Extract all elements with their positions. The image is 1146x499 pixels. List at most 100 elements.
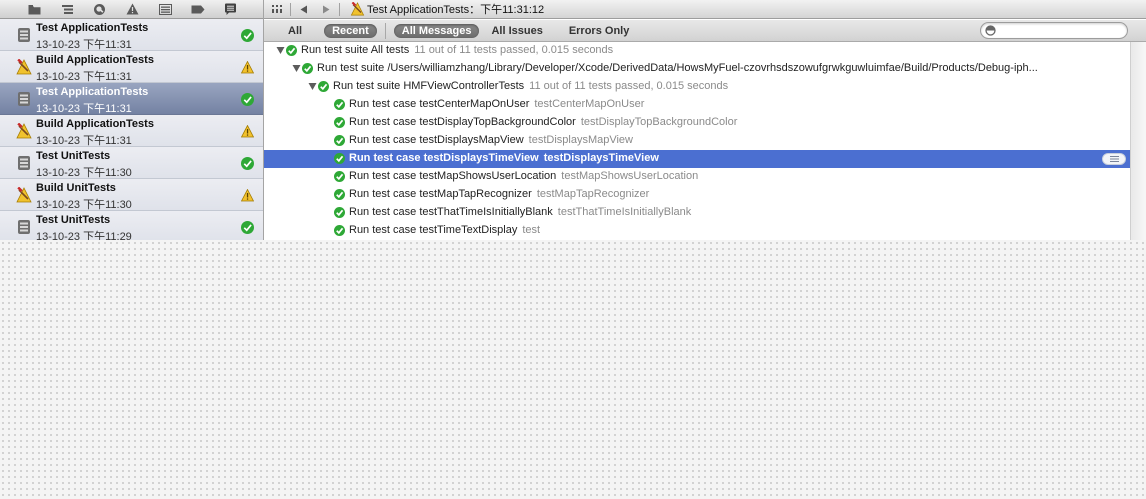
filter-recent-button[interactable]: Recent — [324, 23, 377, 38]
filter-all-messages-button[interactable]: All Messages — [393, 23, 480, 38]
log-list-item[interactable]: Build ApplicationTests 13-10-23 下午11:31 — [0, 115, 263, 147]
back-arrow-icon[interactable] — [297, 5, 311, 14]
test-result-text: Run test case testDisplaysMapView testDis… — [349, 134, 633, 146]
test-pass-icon — [302, 63, 313, 74]
test-result-text: Run test case testMapShowsUserLocation te… — [349, 170, 698, 182]
filter-errors-only-button[interactable]: Errors Only — [561, 24, 638, 38]
vertical-scrollbar[interactable] — [1130, 42, 1146, 240]
log-icon[interactable] — [224, 3, 238, 16]
test-result-row[interactable]: Run test case testDisplayTopBackgroundCo… — [264, 114, 1130, 132]
log-title: Test ApplicationTests — [36, 22, 149, 34]
log-date: 13-10-23 下午11:31 — [36, 135, 132, 147]
test-result-row[interactable]: Run test case testDisplaysTimeView testDi… — [264, 150, 1130, 168]
test-log-icon — [18, 28, 30, 42]
test-results-tree: Run test suite All tests 11 out of 11 tes… — [264, 42, 1130, 240]
disclosure-triangle-icon[interactable] — [292, 64, 301, 73]
test-result-text: Run test suite All tests 11 out of 11 tes… — [301, 44, 613, 56]
test-result-detail: testDisplayTopBackgroundColor — [580, 116, 738, 128]
log-date: 13-10-23 下午11:31 — [36, 39, 132, 51]
test-result-detail: testMapTapRecognizer — [536, 188, 650, 200]
test-result-detail: testCenterMapOnUser — [534, 98, 645, 110]
test-result-row[interactable]: Run test suite All tests 11 out of 11 tes… — [264, 42, 1130, 60]
breakpoint-icon[interactable] — [191, 3, 205, 16]
hierarchy-icon[interactable] — [60, 3, 74, 16]
test-log-icon — [18, 92, 30, 106]
test-pass-icon — [334, 225, 345, 236]
filter-all-button[interactable]: All — [284, 24, 310, 38]
test-result-text: Run test case testThatTimeIsInitiallyBla… — [349, 206, 691, 218]
test-result-row[interactable]: Run test case testMapTapRecognizer testMa… — [264, 186, 1130, 204]
test-result-row[interactable]: Run test suite /Users/williamzhang/Libra… — [264, 60, 1130, 78]
log-list-item[interactable]: Test ApplicationTests 13-10-23 下午11:31 — [0, 83, 263, 115]
test-result-row[interactable]: Run test case testDisplaysMapView testDis… — [264, 132, 1130, 150]
test-result-text: Run test case testDisplaysTimeView testDi… — [349, 152, 659, 164]
jump-bar-divider — [290, 2, 291, 16]
test-result-title: Run test suite /Users/williamzhang/Libra… — [317, 62, 1038, 74]
filter-divider — [384, 22, 386, 39]
log-filter-bar: All Recent All Messages All Issues Error… — [264, 20, 1146, 42]
test-result-text: Run test case testMapTapRecognizer testMa… — [349, 188, 649, 200]
breadcrumb-label: Test ApplicationTests：下午11:31:12 — [367, 4, 545, 16]
search-icon — [985, 25, 996, 36]
warning-status-icon — [241, 61, 254, 74]
test-pass-icon — [334, 171, 345, 182]
success-check-icon — [241, 29, 254, 42]
disclosure-triangle-icon[interactable] — [308, 82, 317, 91]
test-result-row[interactable]: Run test case testMapShowsUserLocation te… — [264, 168, 1130, 186]
build-hammer-icon — [16, 59, 32, 75]
test-result-title: Run test case testDisplayTopBackgroundCo… — [349, 116, 576, 128]
search-icon[interactable] — [93, 3, 107, 16]
test-result-title: Run test case testMapTapRecognizer — [349, 188, 532, 200]
log-search-field[interactable] — [980, 22, 1128, 39]
warning-icon[interactable] — [125, 3, 139, 16]
related-items-icon[interactable] — [270, 4, 284, 14]
transcript-lines-icon — [1110, 156, 1119, 162]
folder-icon[interactable] — [27, 3, 41, 16]
expand-transcript-button[interactable] — [1102, 153, 1126, 165]
search-input[interactable] — [997, 24, 1123, 37]
test-result-row[interactable]: Run test case testTimeTextDisplay test — [264, 222, 1130, 240]
build-hammer-icon — [16, 187, 32, 203]
warning-status-icon — [241, 125, 254, 138]
test-result-detail: testDisplaysTimeView — [543, 152, 659, 164]
log-list-item[interactable]: Build UnitTests 13-10-23 下午11:30 — [0, 179, 263, 211]
test-pass-icon — [334, 117, 345, 128]
log-title: Test UnitTests — [36, 214, 111, 226]
test-result-text: Run test suite HMFViewControllerTests 11 … — [333, 80, 728, 92]
test-result-title: Run test suite All tests — [301, 44, 410, 56]
test-log-icon — [18, 220, 30, 234]
log-list-item[interactable]: Test ApplicationTests 13-10-23 下午11:31 — [0, 19, 263, 51]
test-result-detail: 11 out of 11 tests passed, 0.015 seconds — [414, 44, 614, 56]
xcode-log-window: Test ApplicationTests 13-10-23 下午11:31 Bui… — [0, 0, 1146, 240]
test-result-title: Run test case testMapShowsUserLocation — [349, 170, 557, 182]
test-result-text: Run test case testDisplayTopBackgroundCo… — [349, 116, 737, 128]
log-title: Build ApplicationTests — [36, 118, 154, 130]
test-pass-icon — [334, 207, 345, 218]
test-pass-icon — [334, 153, 345, 164]
forward-arrow-icon[interactable] — [319, 5, 333, 14]
test-result-detail: testThatTimeIsInitiallyBlank — [557, 206, 692, 218]
test-result-detail: test — [522, 224, 541, 236]
test-pass-icon — [334, 189, 345, 200]
test-result-detail: testDisplaysMapView — [528, 134, 633, 146]
log-list-item[interactable]: Build ApplicationTests 13-10-23 下午11:31 — [0, 51, 263, 83]
test-pass-icon — [286, 45, 297, 56]
test-result-title: Run test case testDisplaysTimeView — [349, 152, 539, 164]
disclosure-triangle-icon[interactable] — [276, 46, 285, 55]
test-result-row[interactable]: Run test suite HMFViewControllerTests 11 … — [264, 78, 1130, 96]
log-date: 13-10-23 下午11:31 — [36, 71, 132, 83]
breadcrumb[interactable]: Test ApplicationTests：下午11:31:12 — [350, 1, 544, 17]
test-pass-icon — [318, 81, 329, 92]
log-list-item[interactable]: Test UnitTests 13-10-23 下午11:29 — [0, 211, 263, 240]
test-result-row[interactable]: Run test case testCenterMapOnUser testCen… — [264, 96, 1130, 114]
test-result-title: Run test case testThatTimeIsInitiallyBla… — [349, 206, 553, 218]
test-log-icon — [18, 156, 30, 170]
build-hammer-icon — [350, 2, 365, 16]
filter-all-issues-button[interactable]: All Issues — [483, 24, 550, 38]
test-result-row[interactable]: Run test case testThatTimeIsInitiallyBla… — [264, 204, 1130, 222]
list-icon[interactable] — [158, 3, 172, 16]
log-list-item[interactable]: Test UnitTests 13-10-23 下午11:30 — [0, 147, 263, 179]
jump-bar-divider — [339, 2, 340, 16]
success-check-icon — [241, 93, 254, 106]
jump-bar: Test ApplicationTests：下午11:31:12 — [264, 0, 1146, 19]
